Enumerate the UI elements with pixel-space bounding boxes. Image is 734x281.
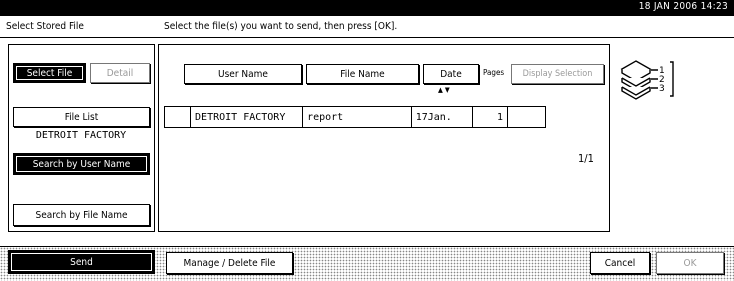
instruction-text: Select the file(s) you want to send, the… — [164, 21, 398, 32]
display-selection-button[interactable]: Display Selection — [511, 64, 604, 84]
cancel-button[interactable]: Cancel — [590, 252, 650, 274]
cell-file-name[interactable]: report — [302, 106, 412, 128]
column-user-name[interactable]: User Name — [184, 64, 302, 84]
status-bar: 18 JAN 2006 14:23 — [0, 0, 734, 16]
row-select-cell[interactable] — [164, 106, 192, 128]
output-order-icon: 1 2 3 — [620, 60, 674, 100]
search-by-user-name-button[interactable]: Search by User Name — [13, 153, 150, 175]
selected-user-label: DETROIT FACTORY — [35, 130, 127, 141]
tab-detail[interactable]: Detail — [90, 63, 150, 83]
column-file-name[interactable]: File Name — [306, 64, 419, 84]
cell-extra[interactable] — [507, 106, 546, 128]
column-date[interactable]: Date — [423, 64, 479, 84]
table-row[interactable]: DETROIT FACTORY report 17Jan. 1 — [164, 106, 546, 128]
cell-pages[interactable]: 1 — [471, 106, 509, 128]
ok-button[interactable]: OK — [656, 252, 724, 274]
output-label-3: 3 — [659, 84, 665, 94]
column-pages: Pages — [483, 68, 505, 77]
tab-select-file[interactable]: Select File — [13, 63, 86, 83]
file-list-button[interactable]: File List — [13, 107, 150, 127]
page-indicator: 1/1 — [578, 152, 594, 165]
title-row: Select Stored File Select the file(s) yo… — [0, 16, 734, 38]
page-title: Select Stored File — [6, 21, 84, 32]
cell-user-name[interactable]: DETROIT FACTORY — [190, 106, 304, 128]
manage-delete-file-button[interactable]: Manage / Delete File — [166, 252, 293, 274]
date-time: 18 JAN 2006 14:23 — [638, 1, 728, 12]
sort-indicator: ▲▼ — [438, 86, 452, 94]
search-by-file-name-button[interactable]: Search by File Name — [13, 204, 150, 226]
cell-date[interactable]: 17Jan. — [410, 106, 473, 128]
send-button[interactable]: Send — [8, 250, 155, 274]
